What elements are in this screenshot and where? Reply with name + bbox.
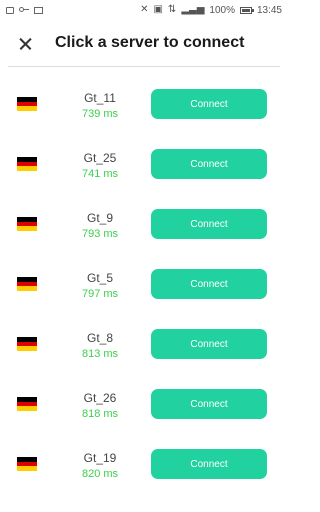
germany-flag-icon xyxy=(17,217,37,232)
server-ping: 739 ms xyxy=(81,108,119,120)
server-list: Gt_11 739 ms Connect Gt_25 741 ms Connec… xyxy=(0,67,288,487)
germany-flag-icon xyxy=(17,397,37,412)
germany-flag-icon xyxy=(17,457,37,472)
signal-icon: ▂▃▅ xyxy=(181,4,205,15)
server-name: Gt_5 xyxy=(86,271,113,285)
server-ping: 813 ms xyxy=(81,348,119,360)
status-bar-right: ✕ ▣ ⇅ ▂▃▅ 100% 13:45 xyxy=(140,5,282,16)
connect-button[interactable]: Connect xyxy=(151,209,267,239)
server-ping: 818 ms xyxy=(81,408,119,420)
server-ping: 820 ms xyxy=(81,468,119,480)
battery-icon xyxy=(239,6,254,14)
sim-icon: ▣ xyxy=(153,4,163,15)
mail-icon xyxy=(34,6,43,14)
server-name: Gt_25 xyxy=(83,151,117,165)
server-row[interactable]: Gt_26 818 ms Connect xyxy=(0,367,288,427)
server-ping: 797 ms xyxy=(81,288,119,300)
server-name: Gt_11 xyxy=(84,91,116,105)
image-icon xyxy=(6,6,14,14)
close-icon[interactable] xyxy=(14,32,38,56)
server-name: Gt_19 xyxy=(83,451,117,465)
germany-flag-icon xyxy=(17,337,37,352)
server-name: Gt_9 xyxy=(86,211,113,225)
connect-button[interactable]: Connect xyxy=(151,329,267,359)
mute-icon: ✕ xyxy=(140,4,149,15)
germany-flag-icon xyxy=(17,157,37,172)
server-name: Gt_8 xyxy=(86,331,113,345)
server-name: Gt_26 xyxy=(83,391,117,405)
germany-flag-icon xyxy=(17,97,37,112)
connect-button[interactable]: Connect xyxy=(151,149,267,179)
key-icon xyxy=(19,6,29,15)
server-ping: 793 ms xyxy=(81,228,119,240)
connect-button[interactable]: Connect xyxy=(151,269,267,299)
status-bar-left xyxy=(6,6,43,15)
server-row[interactable]: Gt_5 797 ms Connect xyxy=(0,247,288,307)
connect-button[interactable]: Connect xyxy=(151,89,267,119)
server-ping: 741 ms xyxy=(81,168,119,180)
battery-percent: 100% xyxy=(209,4,235,16)
page-title: Click a server to connect xyxy=(55,34,245,51)
server-row[interactable]: Gt_11 739 ms Connect xyxy=(0,67,288,127)
connect-button[interactable]: Connect xyxy=(151,389,267,419)
germany-flag-icon xyxy=(17,277,37,292)
server-row[interactable]: Gt_9 793 ms Connect xyxy=(0,187,288,247)
server-row[interactable]: Gt_8 813 ms Connect xyxy=(0,307,288,367)
data-icon: ⇅ xyxy=(167,4,177,15)
server-row[interactable]: Gt_19 820 ms Connect xyxy=(0,427,288,487)
server-row[interactable]: Gt_25 741 ms Connect xyxy=(0,127,288,187)
app-toolbar: Click a server to connect xyxy=(0,22,288,66)
status-bar: ✕ ▣ ⇅ ▂▃▅ 100% 13:45 xyxy=(0,0,288,20)
connect-button[interactable]: Connect xyxy=(151,449,267,479)
clock: 13:45 xyxy=(256,4,282,16)
